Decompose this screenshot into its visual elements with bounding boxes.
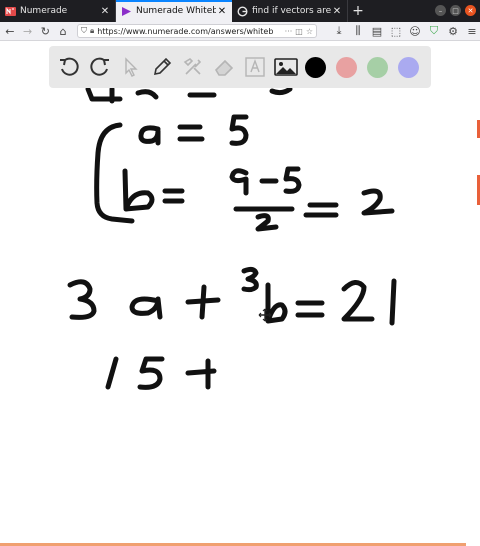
close-tab-icon[interactable]: ✕ [331, 6, 343, 17]
tab-title: Numerade Whiteboard [136, 6, 216, 16]
maximize-icon[interactable]: □ [450, 5, 461, 16]
close-tab-icon[interactable]: ✕ [216, 6, 228, 17]
stroke-a-equals-5 [138, 114, 249, 146]
undo-icon [60, 57, 79, 76]
extension-shield-icon[interactable]: ⛉ [426, 23, 442, 39]
color-swatch-green[interactable] [367, 56, 388, 78]
select-tool-button[interactable] [119, 55, 143, 79]
navigation-bar: ← → ↻ ⌂ ⛉ 🔒︎ https://www.numerade.com/an… [0, 22, 480, 41]
downloads-icon[interactable]: ⤓ [331, 23, 347, 39]
eraser-tool-button[interactable] [212, 55, 236, 79]
text-icon [245, 57, 265, 77]
redo-button[interactable] [88, 55, 112, 79]
account-icon[interactable]: ☺ [407, 23, 423, 39]
undo-button[interactable] [57, 55, 81, 79]
tools-button[interactable] [181, 55, 205, 79]
pen-icon [153, 57, 172, 76]
tab-numerade[interactable]: Numerade ✕ [0, 0, 116, 22]
page-actions-icon[interactable]: ··· [285, 27, 293, 36]
screenshot-icon[interactable]: ⬚ [388, 23, 404, 39]
tools-icon [183, 57, 202, 75]
menu-icon[interactable]: ≡ [464, 23, 480, 39]
pen-tool-button[interactable] [150, 55, 174, 79]
handwriting-layer [67, 86, 397, 390]
minimize-icon[interactable]: – [435, 5, 446, 16]
close-tab-icon[interactable]: ✕ [99, 6, 111, 17]
text-tool-button[interactable] [243, 55, 267, 79]
lock-icon[interactable]: 🔒︎ [90, 26, 94, 36]
whiteboard-favicon-icon [120, 5, 132, 17]
stroke-3a-plus-3b-equals-21 [67, 266, 397, 326]
extension-puzzle-icon[interactable]: ⚙ [445, 23, 461, 39]
tab-strip: Numerade ✕ Numerade Whiteboard ✕ find if… [0, 0, 480, 22]
pocket-icon[interactable]: ◫ [295, 27, 303, 36]
color-swatch-black[interactable] [305, 56, 326, 78]
sidebar-icon[interactable]: ▤ [369, 23, 385, 39]
tab-google-search[interactable]: find if vectors are linearly ✕ [232, 0, 348, 22]
numerade-favicon-icon [4, 5, 16, 17]
toolbar-actions: ⤓ ⫼ ▤ ⬚ ☺ ⛉ ⚙ ≡ [331, 23, 480, 39]
tab-title: find if vectors are linearly [252, 6, 331, 16]
redo-icon [90, 57, 109, 76]
color-swatch-blue[interactable] [398, 56, 419, 78]
bookmark-star-icon[interactable]: ☆ [306, 27, 313, 36]
pointer-icon [125, 57, 138, 77]
new-tab-button[interactable]: + [348, 0, 368, 22]
whiteboard-canvas[interactable] [0, 41, 480, 546]
forward-icon[interactable]: → [20, 23, 36, 39]
back-icon[interactable]: ← [2, 23, 18, 39]
close-window-icon[interactable]: ✕ [465, 5, 476, 16]
image-tool-button[interactable] [274, 55, 298, 79]
eraser-icon [214, 59, 234, 76]
stroke-15-plus [105, 356, 217, 390]
stroke-b-fraction [122, 166, 395, 232]
home-icon[interactable]: ⌂ [55, 23, 71, 39]
google-favicon-icon [236, 5, 248, 17]
url-text[interactable]: https://www.numerade.com/answers/whiteb [97, 27, 281, 36]
reload-icon[interactable]: ↻ [37, 23, 53, 39]
window-controls: – □ ✕ [435, 5, 476, 16]
image-icon [274, 58, 298, 76]
tab-title: Numerade [20, 6, 68, 16]
url-bar[interactable]: ⛉ 🔒︎ https://www.numerade.com/answers/wh… [76, 24, 317, 38]
tracking-shield-icon[interactable]: ⛉ [81, 26, 87, 36]
stroke-partial-top [85, 86, 293, 104]
tab-numerade-whiteboard[interactable]: Numerade Whiteboard ✕ [116, 0, 232, 22]
move-cursor-icon [258, 308, 272, 322]
whiteboard-toolbar [49, 46, 431, 88]
library-icon[interactable]: ⫼ [350, 23, 366, 39]
color-swatch-red[interactable] [336, 56, 357, 78]
